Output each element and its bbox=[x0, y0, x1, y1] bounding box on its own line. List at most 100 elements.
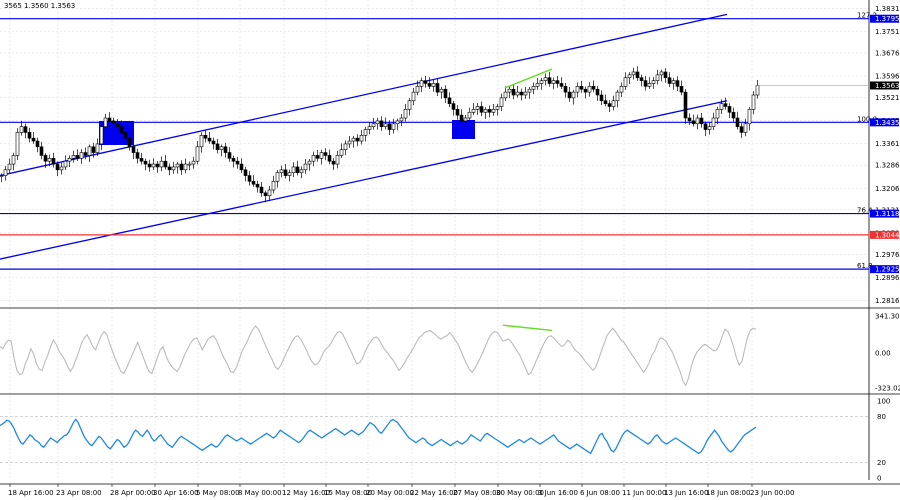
candle-body bbox=[559, 83, 564, 87]
candle-body bbox=[227, 152, 232, 159]
candle-body bbox=[539, 80, 544, 84]
candle-body bbox=[27, 132, 32, 139]
candle-body bbox=[523, 91, 528, 96]
candle-body bbox=[43, 155, 48, 162]
candle-body bbox=[739, 126, 744, 133]
candle-body bbox=[463, 117, 468, 122]
candle-body bbox=[135, 152, 140, 159]
price-tick-11: 1.2976 bbox=[875, 251, 900, 259]
candle-body bbox=[335, 155, 340, 165]
time-tick-4: 5 May 08:00 bbox=[196, 489, 240, 497]
time-tick-10: 27 May 08:00 bbox=[453, 489, 501, 497]
candle-body bbox=[723, 103, 728, 107]
ohlc-header: 3565 1.3560 1.3563 bbox=[4, 2, 75, 10]
candle-body bbox=[3, 169, 8, 176]
candle-body bbox=[327, 155, 332, 162]
candle-body bbox=[455, 109, 460, 116]
candle-body bbox=[679, 86, 684, 93]
time-tick-12: 3 Jun 16:00 bbox=[538, 489, 578, 497]
candle-body bbox=[127, 137, 132, 148]
price-tick-2: 1.3676 bbox=[875, 49, 900, 57]
candle-body bbox=[487, 109, 492, 113]
chart-background bbox=[0, 0, 900, 500]
price-tick-8: 1.3206 bbox=[875, 185, 900, 193]
time-tick-7: 15 May 08:00 bbox=[324, 489, 372, 497]
candle-body bbox=[479, 106, 484, 113]
candle-body bbox=[267, 189, 272, 197]
candle-body bbox=[631, 71, 636, 76]
candle-body bbox=[399, 117, 404, 122]
candle-body bbox=[183, 163, 188, 171]
candle-body bbox=[31, 137, 36, 142]
candle-body bbox=[703, 123, 708, 130]
candle-body bbox=[583, 88, 588, 93]
price-tick-3: 1.3596 bbox=[875, 72, 900, 80]
candle-body bbox=[447, 97, 452, 104]
candle-body bbox=[755, 85, 760, 96]
candle-body bbox=[475, 106, 480, 110]
candle-body bbox=[207, 137, 212, 142]
candle-body bbox=[271, 181, 276, 191]
candle-body bbox=[515, 91, 520, 96]
candle-body bbox=[115, 123, 120, 127]
time-tick-0: 18 Apr 16:00 bbox=[8, 489, 54, 497]
candle-body bbox=[59, 166, 64, 171]
price-tick-12: 1.2896 bbox=[875, 274, 900, 282]
candle-body bbox=[79, 152, 84, 159]
candle-body bbox=[519, 91, 524, 96]
candle-body bbox=[87, 146, 92, 156]
candle-body bbox=[251, 181, 256, 185]
candle-body bbox=[99, 126, 104, 145]
candle-body bbox=[731, 111, 736, 119]
candle-body bbox=[235, 160, 240, 165]
candle-body bbox=[255, 183, 260, 188]
level-price-1: 1.3435 bbox=[875, 119, 900, 127]
candle-body bbox=[715, 109, 720, 119]
candle-body bbox=[379, 120, 384, 127]
candle-body bbox=[511, 88, 516, 96]
candle-body bbox=[75, 155, 80, 159]
candle-body bbox=[571, 91, 576, 99]
candle-body bbox=[555, 80, 560, 84]
candle-body bbox=[363, 129, 368, 136]
candle-body bbox=[391, 123, 396, 130]
candle-body bbox=[223, 146, 228, 153]
time-tick-16: 18 Jun 08:00 bbox=[706, 489, 750, 497]
candle-body bbox=[275, 172, 280, 182]
candle-body bbox=[407, 100, 412, 110]
candle-body bbox=[403, 109, 408, 119]
candle-body bbox=[659, 71, 664, 76]
candle-body bbox=[307, 160, 312, 165]
candle-body bbox=[55, 163, 60, 171]
candle-body bbox=[611, 100, 616, 107]
candle-body bbox=[371, 123, 376, 127]
candle-body bbox=[459, 114, 464, 122]
current-price-text: 1.3563 bbox=[875, 82, 900, 90]
candle-body bbox=[159, 160, 164, 168]
candle-body bbox=[547, 77, 552, 84]
candle-body bbox=[315, 155, 320, 159]
price-tick-13: 1.2816 bbox=[875, 297, 900, 305]
candle-body bbox=[171, 166, 176, 171]
candle-body bbox=[503, 91, 508, 99]
candle-body bbox=[735, 117, 740, 127]
candle-body bbox=[319, 152, 324, 159]
candle-body bbox=[719, 103, 724, 110]
candle-body bbox=[707, 126, 712, 130]
candle-body bbox=[683, 91, 688, 119]
candle-body bbox=[499, 97, 504, 107]
candle-body bbox=[443, 88, 448, 99]
candle-body bbox=[139, 158, 144, 162]
time-tick-14: 11 Jun 00:00 bbox=[622, 489, 666, 497]
candle-body bbox=[331, 160, 336, 165]
candle-body bbox=[467, 111, 472, 119]
level-price-0: 1.3795 bbox=[875, 15, 900, 23]
candle-body bbox=[83, 152, 88, 156]
candle-body bbox=[23, 126, 28, 133]
price-tick-1: 1.3751 bbox=[875, 28, 900, 36]
candle-body bbox=[751, 94, 756, 110]
candle-body bbox=[167, 166, 172, 171]
candle-body bbox=[575, 86, 580, 93]
candle-body bbox=[7, 163, 12, 171]
candle-body bbox=[63, 160, 68, 168]
